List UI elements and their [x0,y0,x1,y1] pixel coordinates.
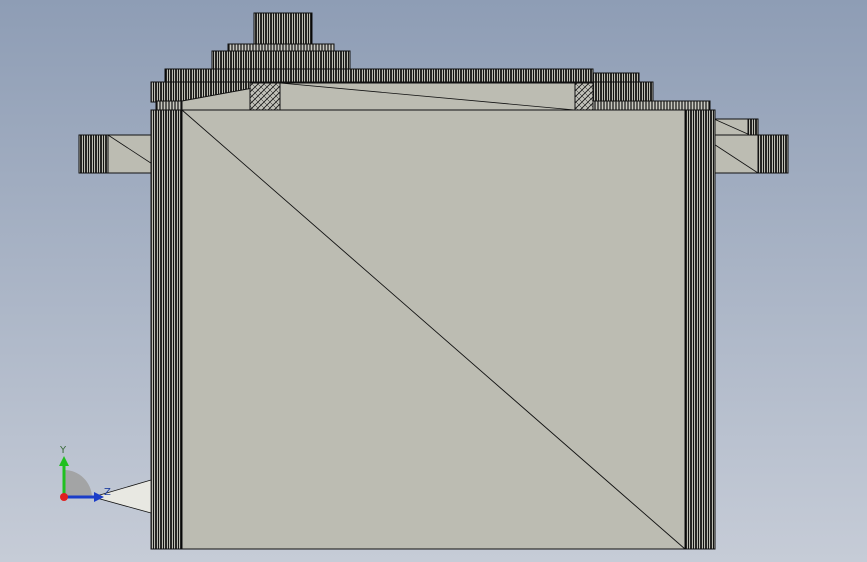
x-axis-dot [60,493,68,501]
top-knob [211,12,351,70]
z-axis-label: Z [104,487,111,498]
right-wall [684,109,716,550]
coordinate-triad: Y Z [59,445,111,502]
graphics-viewport[interactable]: Y Z [0,0,867,562]
left-wall [150,109,183,550]
model-view[interactable]: Y Z [0,0,867,562]
top-flange [150,68,711,112]
y-axis-label: Y [59,445,67,456]
main-body-face[interactable] [181,109,686,550]
